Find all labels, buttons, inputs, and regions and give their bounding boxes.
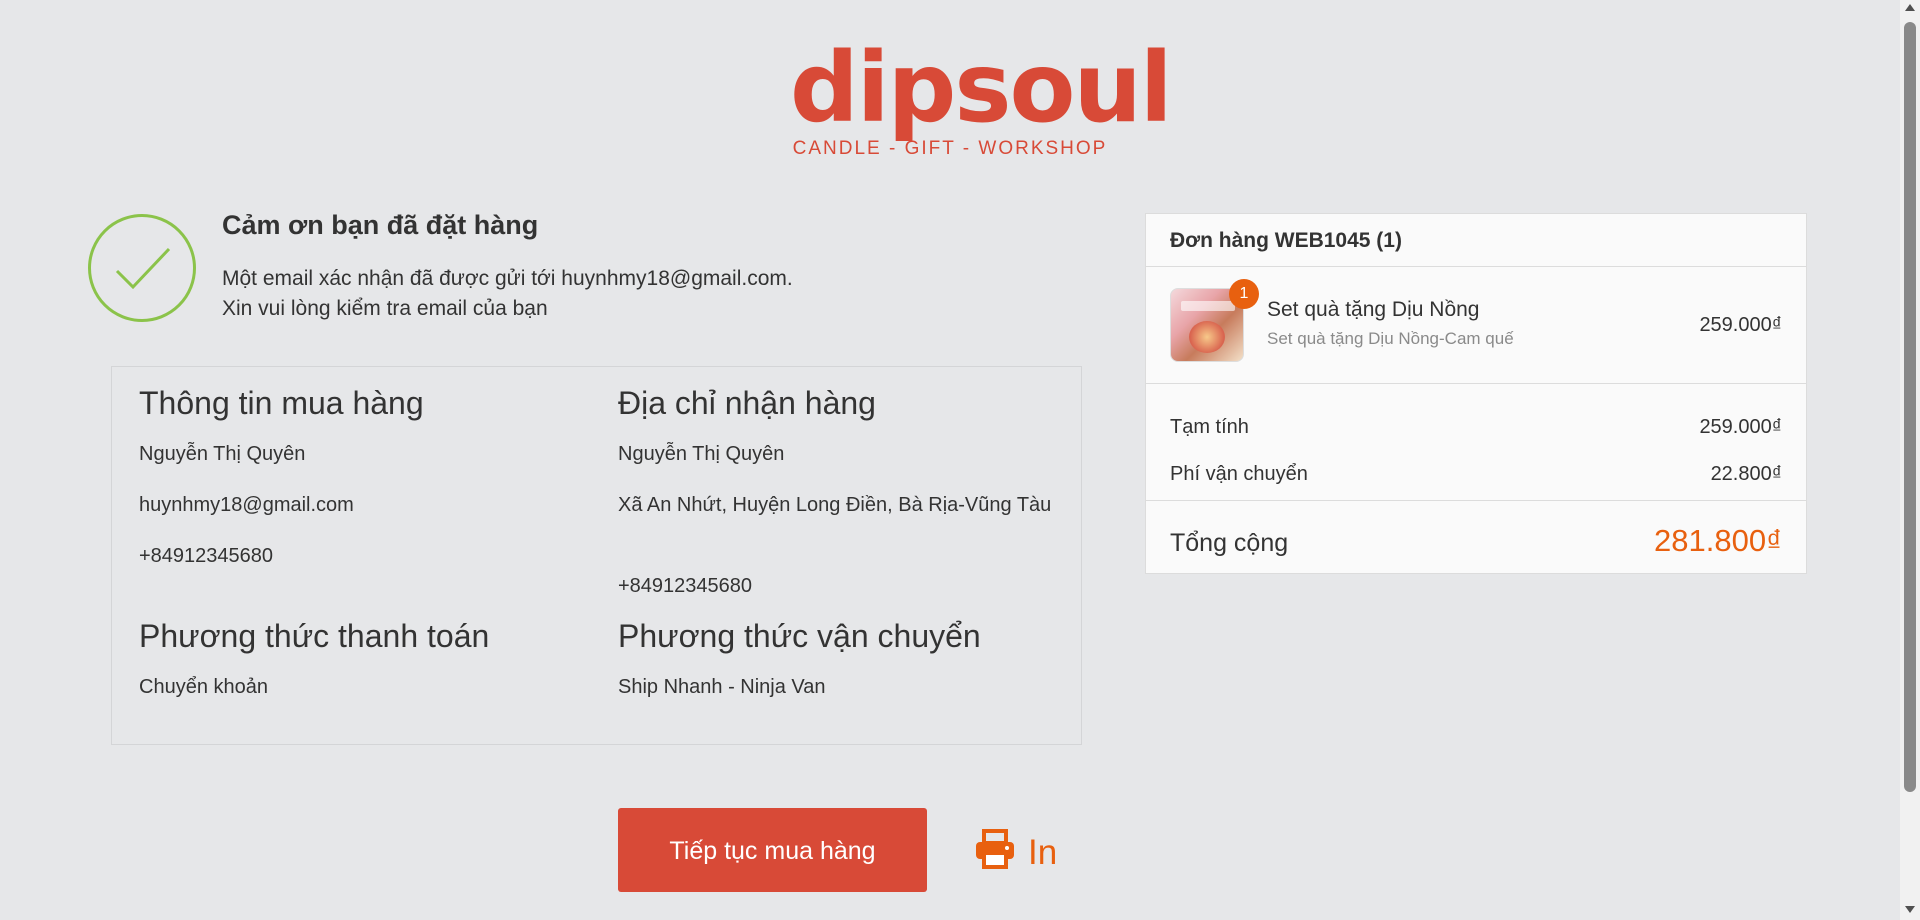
continue-shopping-button[interactable]: Tiếp tục mua hàng — [618, 808, 927, 892]
recipient-phone: +84912345680 — [618, 575, 753, 597]
print-button[interactable]: In — [974, 828, 1057, 878]
total-label: Tổng cộng — [1170, 529, 1289, 557]
scroll-up-arrow-icon[interactable] — [1905, 4, 1915, 11]
printer-icon — [974, 828, 1016, 878]
order-title: Đơn hàng WEB1045 (1) — [1170, 229, 1402, 252]
buyer-info-heading: Thông tin mua hàng — [139, 385, 424, 421]
brand-tagline: CANDLE - GIFT - WORKSHOP — [792, 138, 1108, 159]
brand-name: dipsoul — [790, 32, 1173, 144]
brand-logo[interactable]: dipsoul CANDLE - GIFT - WORKSHOP — [790, 32, 1173, 178]
scroll-down-arrow-icon[interactable] — [1905, 906, 1915, 913]
shipping-fee-label: Phí vận chuyển — [1170, 463, 1308, 485]
confirmation-check-text: Xin vui lòng kiểm tra email của bạn — [222, 297, 548, 320]
shipping-fee-value: 22.800₫ — [1710, 463, 1782, 485]
product-variant: Set quà tặng Dịu Nồng-Cam quế — [1267, 329, 1514, 348]
recipient-address: Xã An Nhứt, Huyện Long Điền, Bà Rịa-Vũng… — [618, 494, 1052, 516]
thank-you-title: Cảm ơn bạn đã đặt hàng — [222, 210, 539, 240]
print-label: In — [1028, 833, 1058, 872]
order-summary-header: Đơn hàng WEB1045 (1) — [1146, 214, 1806, 267]
shipping-method-heading: Phương thức vận chuyển — [618, 618, 981, 654]
payment-method-heading: Phương thức thanh toán — [139, 618, 490, 654]
shipping-method-value: Ship Nhanh - Ninja Van — [618, 676, 826, 698]
buyer-email: huynhmy18@gmail.com — [139, 494, 354, 516]
recipient-name: Nguyễn Thị Quyên — [618, 443, 785, 465]
confirmation-email-text: Một email xác nhận đã được gửi tới huynh… — [222, 267, 793, 290]
product-name: Set quà tặng Dịu Nồng — [1267, 298, 1480, 321]
subtotal-label: Tạm tính — [1170, 416, 1249, 438]
divider — [1146, 383, 1806, 384]
buyer-name: Nguyễn Thị Quyên — [139, 443, 306, 465]
customer-info-panel: Thông tin mua hàng Nguyễn Thị Quyên huyn… — [111, 366, 1082, 745]
buyer-phone: +84912345680 — [139, 545, 274, 567]
product-price: 259.000₫ — [1699, 314, 1782, 336]
total-value: 281.800₫ — [1654, 523, 1782, 558]
payment-method-value: Chuyển khoản — [139, 676, 268, 698]
divider — [1146, 500, 1806, 501]
quantity-badge: 1 — [1229, 279, 1259, 309]
order-summary: Đơn hàng WEB1045 (1) 1 Set quà tặng Dịu … — [1145, 213, 1807, 574]
page-scrollbar[interactable] — [1900, 0, 1920, 920]
scrollbar-thumb[interactable] — [1904, 22, 1916, 792]
shipping-address-heading: Địa chỉ nhận hàng — [618, 385, 876, 421]
check-circle-icon — [88, 214, 196, 322]
subtotal-value: 259.000₫ — [1699, 416, 1782, 438]
